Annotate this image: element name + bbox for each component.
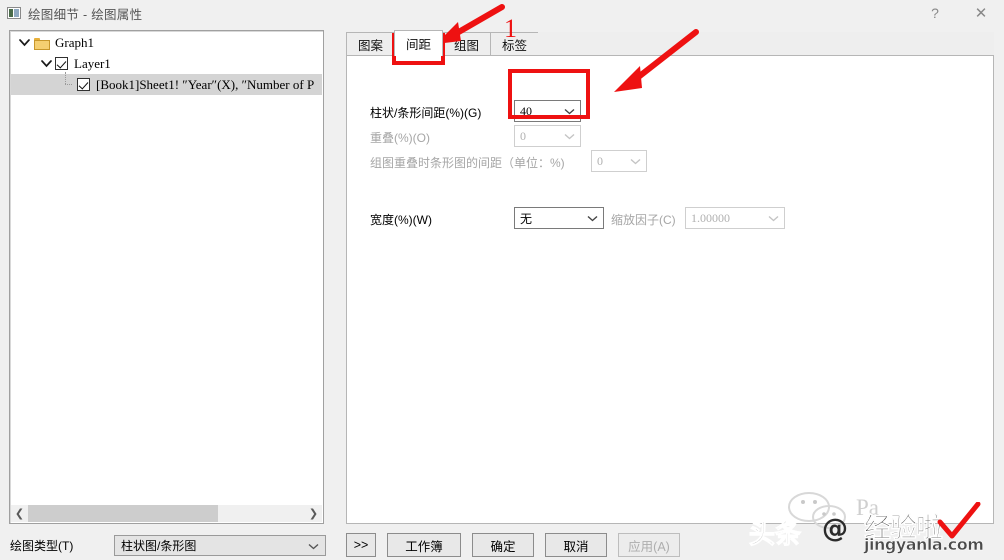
- width-combo[interactable]: 无: [514, 207, 604, 229]
- tree-node-label: Layer1: [74, 55, 111, 71]
- plot-tree-list[interactable]: Graph1 Layer1 [Book1]Sheet1! ″Year″(X), …: [11, 32, 322, 505]
- plot-details-icon: [7, 7, 21, 19]
- scale-factor-combo: 1.00000: [685, 207, 785, 229]
- tab-strip: 图案 间距 组图 标签: [346, 30, 994, 56]
- width-row: 宽度(%)(W): [370, 208, 432, 230]
- tree-node-label: [Book1]Sheet1! ″Year″(X), ″Number of P: [96, 76, 315, 92]
- chevron-down-icon: [630, 151, 641, 171]
- group-overlap-row: 组图重叠时条形图的间距（单位：%): [370, 151, 565, 173]
- bar-gap-label: 柱状/条形间距(%)(G): [370, 105, 482, 120]
- window-controls: ? ✕: [912, 0, 1004, 26]
- tree-node-checkbox[interactable]: [77, 78, 90, 91]
- scale-factor-label: 缩放因子(C): [611, 212, 676, 227]
- scrollbar-thumb[interactable]: [28, 505, 218, 522]
- tree-node-graph1[interactable]: Graph1: [11, 32, 322, 53]
- tree-node-label: Graph1: [55, 34, 94, 50]
- chevron-down-icon[interactable]: [308, 536, 319, 557]
- spacing-tab-page: 柱状/条形间距(%)(G) 40 重叠(%)(O) 0 组图重叠时条形图的间距（…: [346, 55, 994, 524]
- cancel-button[interactable]: 取消: [545, 533, 607, 557]
- bar-gap-row: 柱状/条形间距(%)(G): [370, 101, 481, 123]
- tree-connector-icon: [61, 72, 75, 95]
- title-bar: 绘图细节 - 绘图属性 ? ✕: [0, 0, 1004, 26]
- chevron-down-icon[interactable]: [587, 208, 598, 228]
- width-label: 宽度(%)(W): [370, 212, 432, 227]
- help-button[interactable]: ?: [912, 0, 958, 26]
- watermark-domain-text: jingyanla.com: [864, 535, 984, 555]
- group-overlap-combo: 0: [591, 150, 647, 172]
- scroll-right-icon[interactable]: ❯: [305, 505, 322, 522]
- folder-icon: [34, 37, 50, 50]
- overlap-value: 0: [520, 128, 526, 143]
- tab-pattern[interactable]: 图案: [346, 32, 396, 56]
- window-title: 绘图细节 - 绘图属性: [28, 7, 143, 22]
- chevron-down-icon: [564, 126, 575, 146]
- close-icon[interactable]: ✕: [958, 0, 1004, 26]
- width-value: 无: [520, 211, 533, 226]
- plot-tree-panel[interactable]: Graph1 Layer1 [Book1]Sheet1! ″Year″(X), …: [9, 30, 324, 524]
- scale-factor-row: 缩放因子(C): [611, 208, 676, 230]
- tree-node-checkbox[interactable]: [55, 57, 68, 70]
- ok-button[interactable]: 确定: [472, 533, 534, 557]
- group-overlap-label: 组图重叠时条形图的间距（单位：%): [370, 155, 565, 170]
- scrollbar-track[interactable]: [28, 505, 305, 522]
- workbook-button[interactable]: 工作簿: [387, 533, 461, 557]
- chevron-down-icon[interactable]: [39, 57, 53, 71]
- tree-node-layer1[interactable]: Layer1: [11, 53, 322, 74]
- chevron-down-icon: [768, 208, 779, 228]
- more-button[interactable]: >>: [346, 533, 376, 557]
- plot-type-value: 柱状图/条形图: [121, 538, 197, 553]
- overlap-label: 重叠(%)(O): [370, 130, 430, 145]
- tab-group[interactable]: 组图: [442, 32, 492, 56]
- plot-type-select[interactable]: 柱状图/条形图: [114, 534, 326, 557]
- chevron-down-icon[interactable]: [564, 101, 575, 121]
- bar-gap-combo[interactable]: 40: [514, 100, 581, 122]
- annotation-step-number: 1: [504, 14, 517, 43]
- bar-gap-value: 40: [520, 103, 532, 118]
- tree-node-dataplot[interactable]: [Book1]Sheet1! ″Year″(X), ″Number of P: [11, 72, 322, 95]
- dialog-button-bar: >> 工作簿 确定 取消 应用(A): [346, 533, 680, 557]
- plot-type-row: 绘图类型(T) 柱状图/条形图: [10, 534, 326, 556]
- tree-horizontal-scrollbar[interactable]: ❮ ❯: [11, 505, 322, 522]
- group-overlap-value: 0: [597, 153, 603, 168]
- overlap-row: 重叠(%)(O): [370, 126, 430, 148]
- apply-button: 应用(A): [618, 533, 680, 557]
- scroll-left-icon[interactable]: ❮: [11, 505, 28, 522]
- scale-factor-value: 1.00000: [691, 210, 730, 225]
- chevron-down-icon[interactable]: [17, 36, 31, 50]
- properties-panel: 图案 间距 组图 标签 柱状/条形间距(%)(G) 40 重叠(%)(O) 0: [346, 30, 994, 524]
- tab-spacing[interactable]: 间距: [394, 30, 444, 56]
- plot-type-label: 绘图类型(T): [10, 538, 74, 553]
- tab-strip-filler: [538, 32, 994, 56]
- overlap-combo: 0: [514, 125, 581, 147]
